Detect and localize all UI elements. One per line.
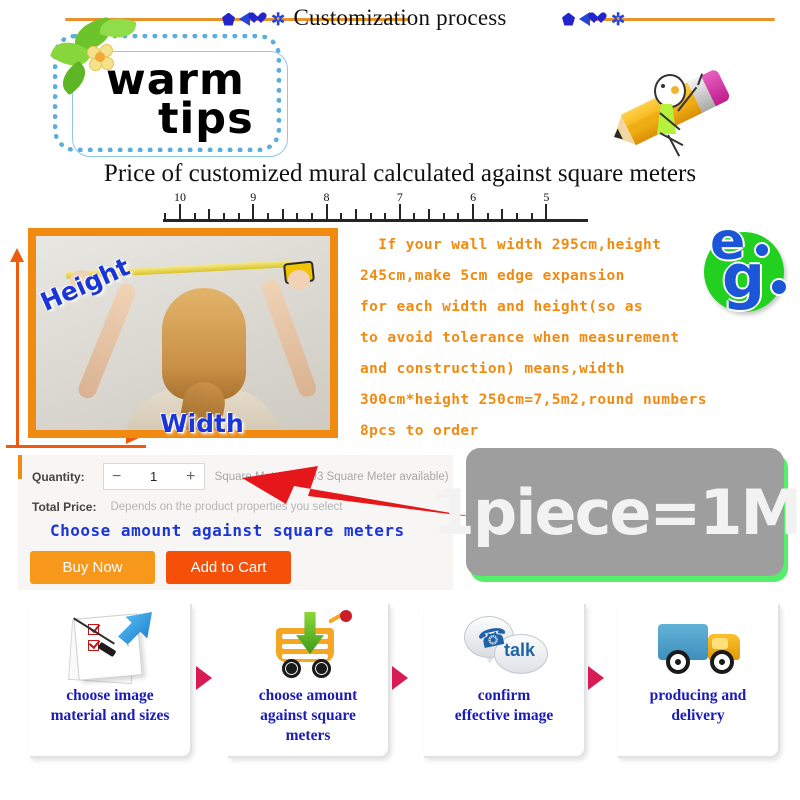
step-label: confirm effective image — [424, 686, 584, 726]
step-arrow-icon — [392, 666, 408, 690]
header-decoration-right: ✲ — [562, 10, 625, 28]
ruler-tick-major — [545, 204, 548, 219]
chat-bubbles-talk-icon: ☎ talk — [424, 608, 584, 684]
document-checklist-icon — [30, 608, 190, 685]
ruler-tick-minor — [501, 209, 504, 219]
pentagon-icon — [562, 12, 575, 26]
total-price-label: Total Price: — [32, 500, 97, 514]
ruler-tick-minor — [428, 209, 431, 219]
panel-accent-bar — [18, 455, 22, 479]
heart-icon — [594, 13, 607, 25]
ruler-tick-label: 6 — [470, 190, 477, 204]
eg-dot-icon — [770, 278, 788, 296]
instruction-line-4: to avoid tolerance when measurement — [360, 330, 680, 346]
customization-process-page: ✲ Customization process ✲ warm tips Pric… — [0, 0, 800, 800]
ruler-tick-major — [398, 204, 401, 219]
step-label-line1: choose image — [66, 687, 154, 704]
instruction-line-7: 8pcs to order — [360, 423, 479, 439]
step-arrow-icon — [588, 666, 604, 690]
ruler-tick-minor — [486, 213, 489, 219]
ruler-tick-label: 8 — [323, 190, 330, 204]
ruler-tick-minor — [208, 209, 211, 219]
step-card-producing-delivery[interactable]: producing and delivery — [618, 604, 780, 758]
step-label-line2: against square — [260, 707, 356, 724]
quantity-input[interactable] — [129, 468, 178, 485]
step-card-choose-image[interactable]: choose image material and sizes — [30, 604, 192, 758]
ruler-tick-minor — [354, 209, 357, 219]
piece-badge-main: 1piece=1M — [431, 475, 800, 549]
warm-tips-banner: warm tips — [45, 14, 290, 158]
step-label-line1: choose amount — [258, 687, 358, 704]
ruler-tick-major — [472, 204, 475, 219]
step-label-line2: material and sizes — [50, 707, 170, 724]
ruler-tick-major — [252, 204, 255, 219]
add-to-cart-button[interactable]: Add to Cart — [166, 551, 291, 584]
quantity-decrement-button[interactable]: − — [104, 465, 130, 488]
step-label-line1: producing and — [649, 687, 747, 704]
height-axis-line — [16, 258, 19, 448]
piece-badge-text: 1piece=1M2 — [432, 448, 800, 576]
width-label: Width — [160, 409, 244, 438]
ruler-tick-label: 5 — [543, 190, 550, 204]
pencil-mascot-illustration — [600, 68, 735, 222]
ruler-tick-minor — [413, 213, 416, 219]
ruler-tick-minor — [369, 213, 372, 219]
ruler-graphic: 10 9 8 7 6 5 — [163, 190, 588, 224]
ruler-tick-minor — [310, 213, 313, 219]
step-label: choose image material and sizes — [30, 686, 190, 726]
choose-amount-annotation: Choose amount against square meters — [50, 521, 405, 540]
ruler-baseline — [163, 219, 588, 222]
eg-logo: g e — [700, 212, 792, 312]
ruler-tick-minor — [237, 213, 240, 219]
ruler-tick-major — [179, 204, 181, 219]
ruler-tick-minor — [266, 213, 269, 219]
stick-figure-icon — [638, 72, 708, 157]
eg-dot-icon — [754, 242, 770, 258]
ruler-tick-minor — [164, 213, 167, 219]
ruler-tick-minor — [516, 213, 519, 219]
step-label-line3: meters — [285, 727, 331, 744]
ruler-tick-minor — [193, 213, 196, 219]
ruler-tick-minor — [340, 213, 343, 219]
step-label-line2: delivery — [671, 707, 725, 724]
buy-now-button[interactable]: Buy Now — [30, 551, 155, 584]
ruler-tick-label: 10 — [174, 190, 186, 204]
ruler-tick-minor — [281, 209, 284, 219]
ruler-tick-minor — [296, 213, 299, 219]
quantity-label: Quantity: — [32, 469, 85, 484]
ruler-tick-label: 9 — [250, 190, 257, 204]
instruction-line-6: 300cm*height 250cm=7,5m2,round numbers — [360, 392, 707, 408]
star-icon: ✲ — [611, 9, 626, 29]
instruction-line-5: and construction) means,width — [360, 361, 625, 377]
ruler-tick-minor — [457, 213, 460, 219]
ruler-tick-label: 7 — [396, 190, 403, 204]
ruler-tick-minor — [384, 213, 387, 219]
right-hand — [288, 270, 310, 290]
step-label-line2: effective image — [454, 707, 554, 724]
ruler-tick-minor — [222, 213, 225, 219]
piece-equals-square-meter-badge: 1piece=1M2 — [432, 448, 800, 576]
ruler-tick-minor — [442, 213, 445, 219]
step-card-choose-amount[interactable]: choose amount against square meters — [228, 604, 390, 758]
step-card-confirm-image[interactable]: ☎ talk confirm effective image — [424, 604, 586, 758]
step-label: choose amount against square meters — [228, 686, 388, 746]
step-label-line1: confirm — [477, 687, 531, 704]
height-arrow-icon — [10, 248, 24, 262]
flower-icon — [87, 44, 114, 71]
step-label: producing and delivery — [618, 686, 778, 726]
width-axis-line — [6, 445, 146, 448]
delivery-truck-icon — [618, 608, 778, 684]
shopping-cart-download-icon — [228, 608, 388, 684]
eg-letter-e: e — [710, 212, 746, 272]
ruler-tick-major — [325, 204, 328, 219]
ruler-tick-minor — [530, 213, 533, 219]
warm-tips-line2: tips — [158, 94, 254, 144]
step-arrow-icon — [196, 666, 212, 690]
wall-measurement-photo — [28, 228, 338, 438]
